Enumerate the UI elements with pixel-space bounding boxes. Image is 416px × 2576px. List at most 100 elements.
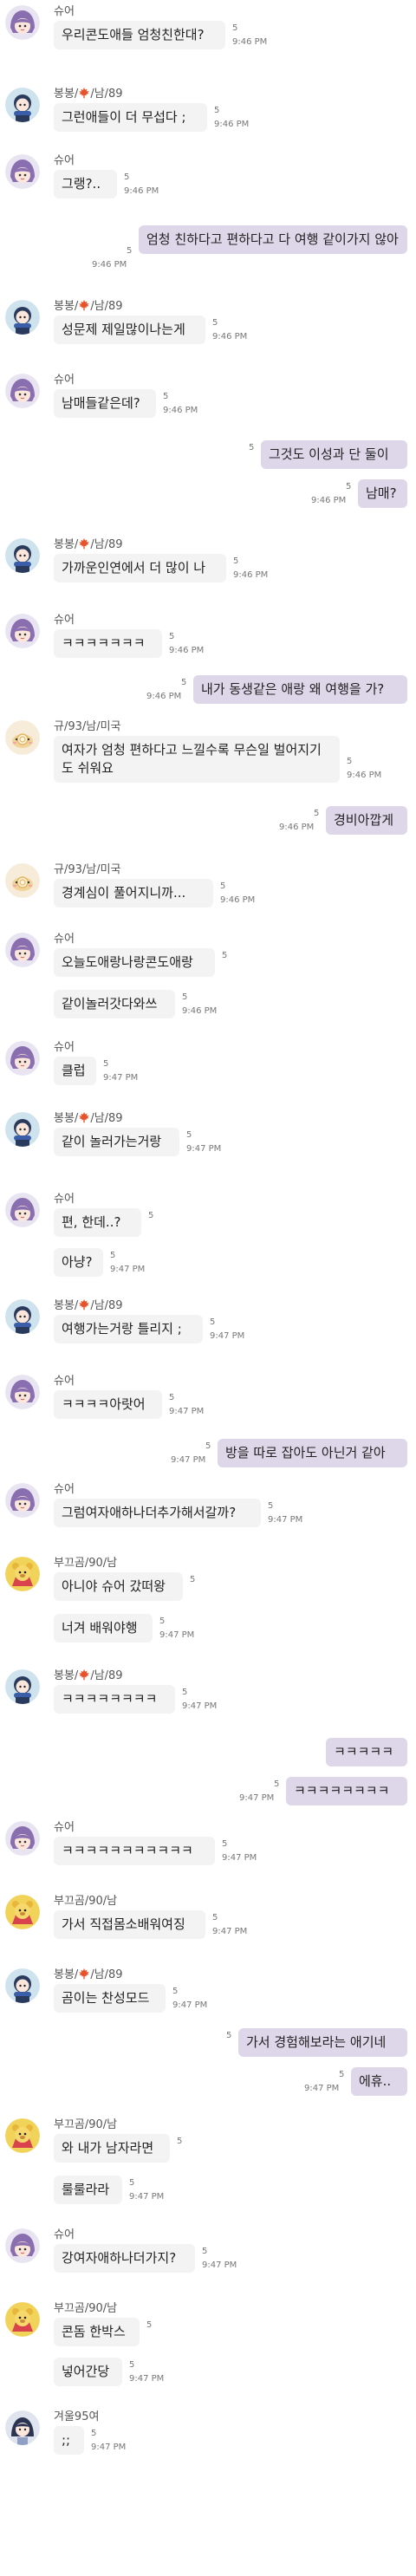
sender-name: 봉봉/ /남/89 [54, 296, 123, 313]
unread-count: 5 [177, 2137, 183, 2146]
my-message-bubble[interactable]: 경비아깝게 [326, 806, 407, 835]
boy-scarf-avatar[interactable] [5, 538, 40, 573]
purple-girl-avatar[interactable] [5, 1483, 40, 1518]
unread-count: 5 [210, 1317, 216, 1327]
sender-name: 부끄곰/90/남 [54, 1557, 118, 1570]
message-bubble[interactable]: 아냥? [54, 1248, 103, 1277]
purple-girl-avatar[interactable] [5, 374, 40, 408]
message-bubble[interactable]: 우리콘도애들 엄청친한대? [54, 21, 225, 49]
my-message-bubble[interactable]: 에휴.. [351, 2067, 407, 2096]
sender-name-prefix: 봉봉/ [54, 1968, 79, 1981]
message-bubble[interactable]: 클럽 [54, 1057, 96, 1085]
sender-name-prefix: 봉봉/ [54, 1669, 79, 1682]
message-bubble[interactable]: 편, 한데..? [54, 1208, 141, 1237]
timestamp: 9:46 PM [182, 1006, 218, 1016]
sender-name-prefix: 봉봉/ [54, 1112, 79, 1125]
sender-name-prefix: 봉봉/ [54, 1299, 79, 1312]
cream-cat-avatar[interactable] [5, 720, 40, 755]
sender-name: 규/93/남/미국 [54, 720, 121, 733]
purple-girl-avatar[interactable] [5, 1041, 40, 1076]
message-bubble[interactable]: 여자가 엄청 편하다고 느낄수록 무슨일 벌어지기도 쉬워요 [54, 736, 340, 783]
timestamp: 9:46 PM [232, 37, 268, 47]
message-bubble[interactable]: 같이놀러갓다와쓰 [54, 990, 175, 1018]
message-bubble[interactable]: 그럼여자애하나더추가해서갈까? [54, 1499, 261, 1527]
purple-girl-avatar[interactable] [5, 614, 40, 648]
message-bubble[interactable]: 와 내가 남자라면 [54, 2134, 170, 2163]
purple-girl-avatar[interactable] [5, 154, 40, 189]
unread-count: 5 [202, 2247, 208, 2256]
purple-girl-avatar[interactable] [5, 933, 40, 967]
message-bubble[interactable]: 여행가는거랑 틀리지 ; [54, 1315, 203, 1343]
message-bubble[interactable]: 성문제 제일많이나는게 [54, 315, 205, 344]
message-bubble[interactable]: ;; [54, 2426, 84, 2455]
boy-scarf-avatar[interactable] [5, 1669, 40, 1704]
my-message-bubble[interactable]: ㅋㅋㅋㅋㅋ [326, 1738, 407, 1766]
message-bubble[interactable]: 아니야 슈어 갔떠왕 [54, 1572, 183, 1601]
maple-leaf-icon [78, 299, 90, 313]
message-bubble[interactable]: 너겨 배워야행 [54, 1614, 153, 1643]
unread-count: 5 [91, 2429, 97, 2438]
message-bubble[interactable]: 강여자애하나더가지? [54, 2244, 195, 2273]
yellow-bear-avatar[interactable] [5, 2302, 40, 2337]
timestamp: 9:46 PM [220, 895, 256, 905]
purple-girl-avatar[interactable] [5, 1375, 40, 1409]
boy-scarf-avatar[interactable] [5, 1299, 40, 1334]
boy-scarf-avatar[interactable] [5, 1968, 40, 2003]
boy-scarf-avatar[interactable] [5, 88, 40, 122]
my-message-bubble[interactable]: ㅋㅋㅋㅋㅋㅋㅋㅋ [286, 1777, 407, 1805]
message-bubble[interactable]: 그랭?.. [54, 170, 117, 198]
sender-name: 슈어 [54, 154, 75, 167]
unread-count: 5 [226, 2031, 232, 2040]
my-message-bubble[interactable]: 방을 따로 잡아도 아닌거 같아 [218, 1439, 407, 1467]
yellow-bear-avatar[interactable] [5, 1895, 40, 1929]
message-bubble[interactable]: ㅋㅋㅋㅋㅋㅋㅋ [54, 629, 162, 658]
message-bubble[interactable]: ㅋㅋㅋㅋ아랏어 [54, 1390, 162, 1419]
timestamp: 9:46 PM [124, 186, 159, 196]
boy-scarf-avatar[interactable] [5, 1112, 40, 1147]
message-bubble[interactable]: 넣어간당 [54, 2358, 122, 2386]
my-message-bubble[interactable]: 남매? [358, 479, 407, 508]
unread-count: 5 [169, 1393, 175, 1402]
message-bubble[interactable]: 경계심이 풀어지니까... [54, 879, 213, 907]
purple-girl-avatar[interactable] [5, 5, 40, 40]
message-bubble[interactable]: 콘돔 한박스 [54, 2318, 140, 2346]
unread-count: 5 [212, 318, 218, 328]
timestamp: 9:47 PM [129, 2192, 165, 2202]
message-bubble[interactable]: 곰이는 찬성모드 [54, 1984, 166, 2013]
message-bubble[interactable]: 남매들같은데? [54, 389, 156, 418]
purple-girl-avatar[interactable] [5, 1193, 40, 1227]
yellow-bear-avatar[interactable] [5, 1557, 40, 1591]
timestamp: 9:46 PM [279, 823, 315, 832]
sender-name-prefix: 봉봉/ [54, 300, 79, 313]
navy-girl-avatar[interactable] [5, 2410, 40, 2445]
my-message-bubble[interactable]: 내가 동생같은 애랑 왜 여행을 가? [193, 675, 407, 704]
message-bubble[interactable]: ㅋㅋㅋㅋㅋㅋㅋㅋㅋㅋㅋ [54, 1837, 215, 1865]
message-bubble[interactable]: 오늘도애랑나랑콘도애랑 [54, 948, 215, 977]
unread-count: 5 [214, 106, 220, 115]
cream-cat-avatar[interactable] [5, 863, 40, 898]
unread-count: 5 [268, 1501, 274, 1511]
sender-name-suffix: /남/89 [90, 88, 123, 101]
message-bubble[interactable]: 가까운인연에서 더 많이 나 [54, 554, 226, 582]
message-bubble[interactable]: 가서 직접몸소배워여징 [54, 1910, 205, 1939]
my-message-bubble[interactable]: 엄청 친하다고 편하다고 다 여행 같이가지 않아 [139, 225, 407, 254]
my-message-bubble[interactable]: 가서 경험해보라는 애기네 [238, 2028, 407, 2057]
timestamp: 9:47 PM [172, 2000, 208, 2010]
purple-girl-avatar[interactable] [5, 1821, 40, 1856]
unread-count: 5 [232, 23, 238, 33]
sender-name: 봉봉/ /남/89 [54, 1296, 123, 1312]
purple-girl-avatar[interactable] [5, 2228, 40, 2263]
timestamp: 9:46 PM [212, 332, 248, 342]
message-bubble[interactable]: 같이 놀러가는거랑 [54, 1128, 179, 1156]
my-message-bubble[interactable]: 그것도 이성과 단 둘이 [261, 440, 407, 469]
message-bubble[interactable]: 그런애들이 더 무섭다 ; [54, 103, 207, 132]
unread-count: 5 [249, 443, 255, 452]
message-bubble[interactable]: 룰룰라라 [54, 2176, 122, 2204]
unread-count: 5 [347, 757, 353, 766]
timestamp: 9:47 PM [222, 1853, 257, 1863]
yellow-bear-avatar[interactable] [5, 2118, 40, 2153]
timestamp: 9:47 PM [202, 2261, 237, 2270]
timestamp: 9:46 PM [163, 406, 198, 415]
message-bubble[interactable]: ㅋㅋㅋㅋㅋㅋㅋㅋ [54, 1685, 175, 1714]
boy-scarf-avatar[interactable] [5, 300, 40, 335]
